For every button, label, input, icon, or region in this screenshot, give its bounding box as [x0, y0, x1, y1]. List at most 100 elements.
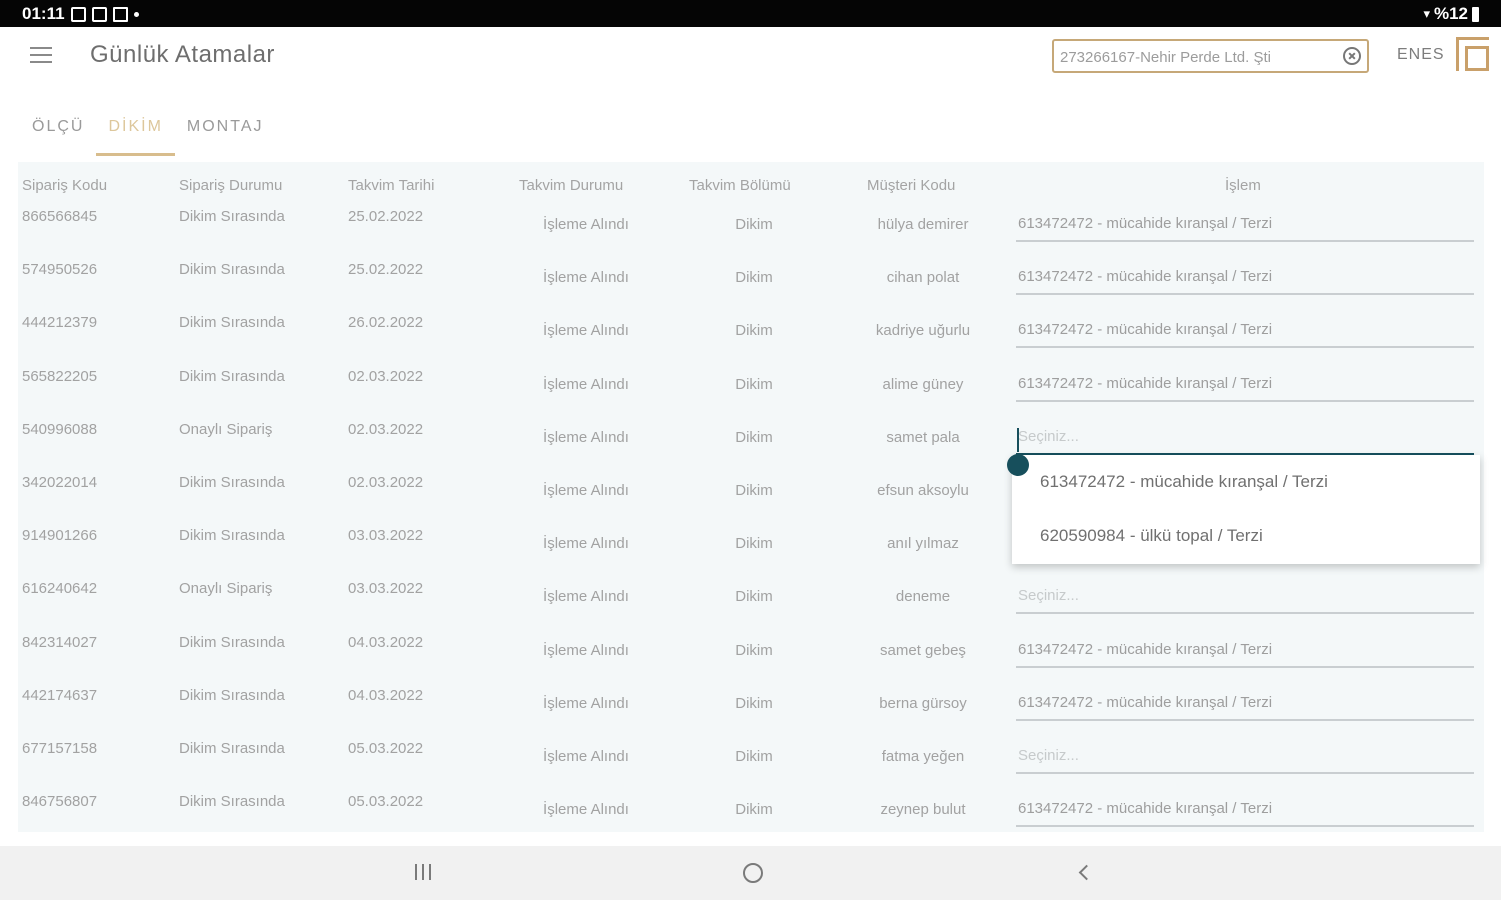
order-code-cell: 866566845	[22, 208, 98, 225]
assignment-select[interactable]: Seçiniz...	[1016, 744, 1474, 774]
menu-icon[interactable]	[30, 47, 52, 65]
assignment-value: 613472472 - mücahide kıranşal / Terzi	[1018, 321, 1273, 339]
table-row: 842314027 Dikim Sırasında 04.03.2022 İşleme…	[18, 634, 1484, 687]
status-bar: 01:11 ▾ %12	[0, 0, 1501, 27]
table-row: 846756807 Dikim Sırasında 05.03.2022 İşleme…	[18, 793, 1484, 832]
assignment-select[interactable]: 613472472 - mücahide kıranşal / Terzi	[1016, 638, 1474, 668]
calendar-section-cell: Dikim	[735, 748, 773, 765]
status-time: 01:11	[22, 4, 65, 23]
table-row: 565822205 Dikim Sırasında 02.03.2022 İşleme…	[18, 368, 1484, 421]
calendar-section-cell: Dikim	[735, 428, 773, 446]
calendar-section-cell: Dikim	[735, 216, 773, 233]
assignment-select[interactable]: 613472472 - mücahide kıranşal / Terzi	[1016, 212, 1474, 242]
assignment-placeholder: Seçiniz...	[1018, 427, 1079, 445]
battery-level: %12	[1433, 4, 1468, 23]
order-code-cell: 442174637	[22, 686, 98, 704]
customer-cell: alime güney	[882, 375, 964, 393]
calendar-status-cell: İşleme Alındı	[543, 588, 629, 606]
assignment-value: 613472472 - mücahide kıranşal / Terzi	[1018, 800, 1273, 818]
customer-cell: anıl yılmaz	[887, 535, 959, 553]
company-select[interactable]: 273266167-Nehir Perde Ltd. Şti	[1052, 39, 1369, 73]
assignment-select[interactable]: 613472472 - mücahide kıranşal / Terzi	[1016, 265, 1474, 296]
order-code-cell: 444212379	[22, 314, 98, 332]
user-name[interactable]: ENES	[1397, 46, 1445, 64]
assignment-placeholder: Seçiniz...	[1018, 747, 1079, 764]
table-row: 574950526 Dikim Sırasında 25.02.2022 İşleme…	[18, 261, 1484, 314]
customer-cell: zeynep bulut	[880, 801, 966, 819]
recent-apps-icon[interactable]	[413, 864, 433, 882]
tab-montaj[interactable]: MONTAJ	[175, 108, 276, 156]
gallery-icon	[91, 6, 107, 22]
column-header-calendar-section: Takvim Bölümü	[689, 177, 791, 194]
order-code-cell: 914901266	[22, 527, 98, 545]
clear-icon[interactable]	[1343, 47, 1361, 65]
customer-cell: kadriye uğurlu	[875, 322, 971, 340]
table-row: 444212379 Dikim Sırasında 26.02.2022 İşleme…	[18, 314, 1484, 367]
assignment-value: 613472472 - mücahide kıranşal / Terzi	[1018, 693, 1273, 711]
page-title: Günlük Atamalar	[90, 41, 275, 68]
column-header-customer: Müşteri Kodu	[867, 177, 956, 194]
order-code-cell: 616240642	[22, 580, 98, 598]
calendar-section-cell: Dikim	[735, 322, 773, 340]
calendar-status-cell: İşleme Alındı	[543, 694, 629, 712]
order-status-cell: Dikim Sırasında	[179, 686, 285, 704]
calendar-date-cell: 03.03.2022	[348, 580, 424, 598]
calendar-section-cell: Dikim	[735, 588, 773, 606]
column-header-order-code: Sipariş Kodu	[22, 177, 108, 194]
tab-olcu[interactable]: ÖLÇÜ	[20, 108, 96, 156]
order-status-cell: Dikim Sırasında	[179, 208, 285, 225]
calendar-date-cell: 03.03.2022	[348, 527, 424, 545]
text-selection-handle[interactable]	[1007, 454, 1029, 476]
assignment-value: 613472472 - mücahide kıranşal / Terzi	[1018, 640, 1273, 658]
dropdown-option[interactable]: 613472472 - mücahide kıranşal / Terzi	[1040, 472, 1328, 492]
order-status-cell: Onaylı Sipariş	[179, 420, 273, 438]
order-status-cell: Onaylı Sipariş	[179, 580, 273, 598]
table-row: 442174637 Dikim Sırasında 04.03.2022 İşleme…	[18, 687, 1484, 740]
back-icon[interactable]	[1077, 864, 1091, 882]
battery-icon	[1472, 6, 1479, 22]
calendar-status-cell: İşleme Alındı	[543, 535, 629, 553]
calendar-status-cell: İşleme Alındı	[543, 748, 629, 765]
assignment-value: 613472472 - mücahide kıranşal / Terzi	[1018, 215, 1273, 232]
calendar-date-cell: 04.03.2022	[348, 686, 424, 704]
app-bar: Günlük Atamalar 273266167-Nehir Perde Lt…	[0, 27, 1501, 85]
calendar-date-cell: 04.03.2022	[348, 633, 424, 651]
printer-icon	[112, 6, 128, 22]
tab-dikim[interactable]: DİKİM	[96, 108, 176, 156]
assignment-select[interactable]: Seçiniz...	[1016, 425, 1474, 455]
calendar-section-cell: Dikim	[735, 375, 773, 393]
calendar-section-cell: Dikim	[735, 535, 773, 553]
customer-cell: cihan polat	[886, 269, 960, 287]
calendar-section-cell: Dikim	[735, 269, 773, 287]
calendar-date-cell: 02.03.2022	[348, 420, 424, 438]
dropdown-option[interactable]: 620590984 - ülkü topal / Terzi	[1040, 526, 1263, 546]
assignment-dropdown: 613472472 - mücahide kıranşal / Terzi 62…	[1012, 455, 1480, 564]
home-icon[interactable]	[743, 863, 763, 883]
column-header-action: İşlem	[1225, 177, 1261, 194]
order-status-cell: Dikim Sırasında	[179, 261, 285, 279]
calendar-date-cell: 25.02.2022	[348, 261, 424, 279]
order-status-cell: Dikim Sırasında	[179, 474, 285, 491]
screenshot-icon	[70, 6, 86, 22]
calendar-section-cell: Dikim	[735, 482, 773, 499]
order-status-cell: Dikim Sırasında	[179, 793, 285, 811]
wifi-icon: ▾	[1423, 6, 1430, 21]
assignment-select[interactable]: 613472472 - mücahide kıranşal / Terzi	[1016, 691, 1474, 721]
order-code-cell: 846756807	[22, 793, 98, 811]
calendar-status-cell: İşleme Alındı	[543, 375, 629, 393]
assignment-select[interactable]: 613472472 - mücahide kıranşal / Terzi	[1016, 797, 1474, 828]
table-row: 677157158 Dikim Sırasında 05.03.2022 İşleme…	[18, 740, 1484, 793]
notification-dot-icon	[133, 11, 139, 17]
assignment-select[interactable]: Seçiniz...	[1016, 584, 1474, 615]
assignment-select[interactable]: 613472472 - mücahide kıranşal / Terzi	[1016, 372, 1474, 402]
column-header-order-status: Sipariş Durumu	[179, 177, 283, 194]
assignment-placeholder: Seçiniz...	[1018, 587, 1079, 605]
assignment-select[interactable]: 613472472 - mücahide kıranşal / Terzi	[1016, 318, 1474, 349]
customer-cell: fatma yeğen	[881, 748, 965, 765]
order-code-cell: 574950526	[22, 261, 98, 279]
order-status-cell: Dikim Sırasında	[179, 314, 285, 332]
calendar-section-cell: Dikim	[735, 801, 773, 819]
column-header-calendar-date: Takvim Tarihi	[348, 177, 435, 194]
calendar-section-cell: Dikim	[735, 694, 773, 712]
calendar-status-cell: İşleme Alındı	[543, 801, 629, 819]
